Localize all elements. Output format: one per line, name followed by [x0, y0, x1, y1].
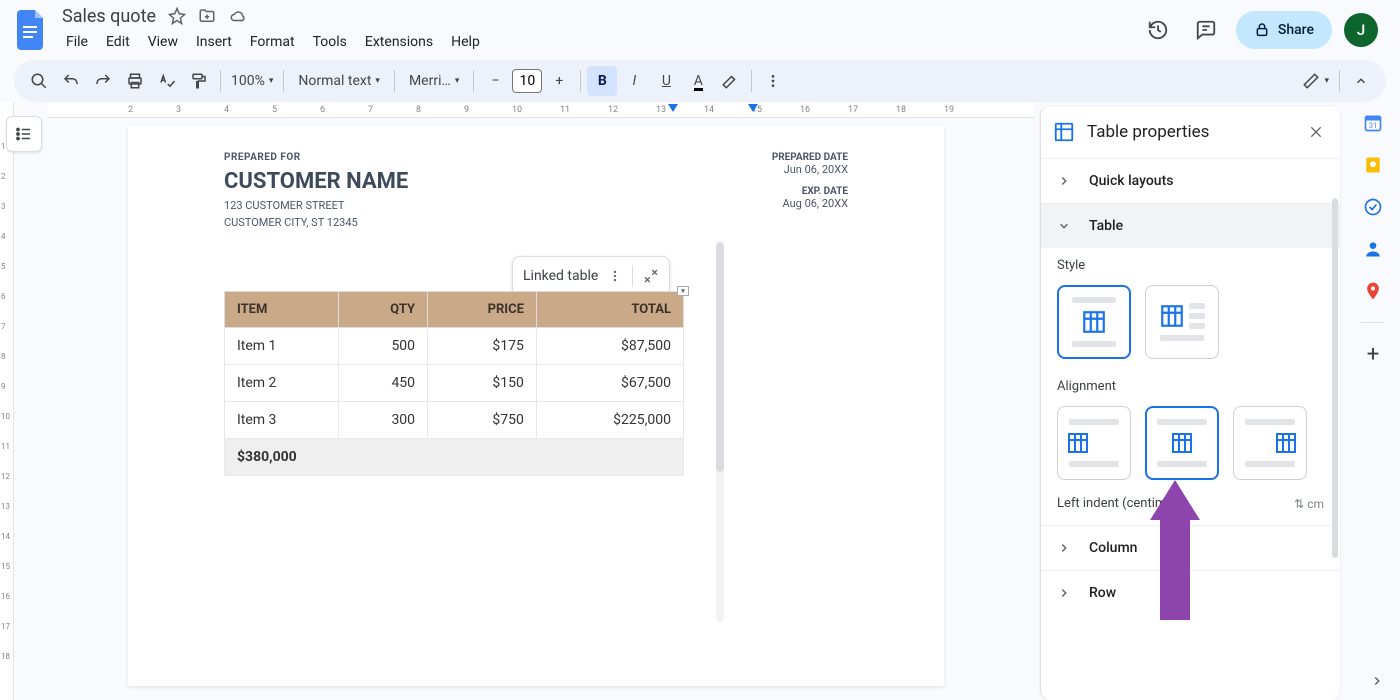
doc-title[interactable]: Sales quote	[58, 6, 156, 27]
font-size-input[interactable]: 10	[512, 69, 542, 93]
chevron-down-icon	[1057, 219, 1075, 233]
tasks-icon[interactable]	[1362, 196, 1384, 218]
table-icon	[1170, 431, 1194, 455]
table-icon	[1053, 121, 1075, 143]
customer-address-1: 123 CUSTOMER STREET	[224, 198, 408, 215]
table-properties-panel: Table properties Quick layouts Table Sty…	[1040, 106, 1340, 700]
menu-file[interactable]: File	[58, 30, 96, 54]
collapse-toolbar-icon[interactable]	[1346, 66, 1376, 96]
panel-title: Table properties	[1087, 122, 1209, 142]
align-center[interactable]	[1145, 406, 1219, 480]
calendar-icon[interactable]: 31	[1362, 112, 1384, 134]
highlight-button[interactable]	[715, 66, 745, 96]
menu-extensions[interactable]: Extensions	[357, 30, 441, 54]
bold-button[interactable]: B	[587, 66, 617, 96]
th-item: ITEM	[225, 292, 339, 328]
prepared-date: Jun 06, 20XX	[772, 163, 848, 176]
toolbar: 100% Normal text Merri… − 10 + B I U A	[14, 60, 1386, 102]
th-total: TOTAL▾	[536, 292, 683, 328]
prepared-for-label: PREPARED FOR	[224, 152, 408, 163]
chevron-right-icon	[1057, 541, 1075, 555]
chevron-right-icon	[1057, 586, 1075, 600]
menu-view[interactable]: View	[140, 30, 186, 54]
history-icon[interactable]	[1140, 12, 1176, 48]
table-handle-icon[interactable]: ▾	[677, 286, 689, 296]
maps-icon[interactable]	[1362, 280, 1384, 302]
customer-name: CUSTOMER NAME	[224, 169, 408, 194]
spellcheck-icon[interactable]	[152, 66, 182, 96]
keep-icon[interactable]	[1362, 154, 1384, 176]
quote-table[interactable]: ITEM QTY PRICE TOTAL▾ Item 1500$175$87,5…	[224, 291, 684, 476]
italic-button[interactable]: I	[619, 66, 649, 96]
comments-icon[interactable]	[1188, 12, 1224, 48]
prepared-date-label: PREPARED DATE	[772, 152, 848, 163]
decrease-font-icon[interactable]: −	[480, 66, 510, 96]
left-indent-label: Left indent (centim	[1057, 496, 1166, 511]
section-column[interactable]: Column	[1041, 526, 1340, 570]
close-icon[interactable]	[1304, 120, 1328, 144]
customer-address-2: CUSTOMER CITY, ST 12345	[224, 215, 408, 232]
star-icon[interactable]	[168, 7, 186, 25]
menu-edit[interactable]: Edit	[98, 30, 138, 54]
search-icon[interactable]	[24, 66, 54, 96]
style-option-1[interactable]	[1057, 285, 1131, 359]
menu-format[interactable]: Format	[242, 30, 303, 54]
align-left[interactable]	[1057, 406, 1131, 480]
table-row[interactable]: Item 1500$175$87,500	[225, 328, 684, 365]
exp-date: Aug 06, 20XX	[772, 197, 848, 210]
table-row[interactable]: Item 2450$150$67,500	[225, 365, 684, 402]
indent-unit: ⇅ cm	[1294, 497, 1324, 511]
share-button[interactable]: Share	[1236, 11, 1332, 49]
text-color-button[interactable]: A	[683, 66, 713, 96]
alignment-label: Alignment	[1041, 369, 1340, 402]
increase-font-icon[interactable]: +	[544, 66, 574, 96]
section-row[interactable]: Row	[1041, 571, 1340, 615]
paragraph-style-select[interactable]: Normal text	[290, 66, 388, 96]
menu-insert[interactable]: Insert	[188, 30, 240, 54]
docs-logo-icon[interactable]	[12, 10, 52, 50]
scrollbar[interactable]	[716, 242, 724, 622]
underline-button[interactable]: U	[651, 66, 681, 96]
zoom-select[interactable]: 100%	[227, 66, 277, 96]
th-qty: QTY	[339, 292, 428, 328]
more-icon[interactable]	[758, 66, 788, 96]
style-option-2[interactable]	[1145, 285, 1219, 359]
document-page[interactable]: PREPARED FOR CUSTOMER NAME 123 CUSTOMER …	[128, 126, 944, 686]
section-table[interactable]: Table	[1041, 204, 1340, 248]
paint-format-icon[interactable]	[184, 66, 214, 96]
table-icon	[1274, 431, 1298, 455]
redo-icon[interactable]	[88, 66, 118, 96]
menu-bar: File Edit View Insert Format Tools Exten…	[58, 28, 1140, 56]
th-price: PRICE	[428, 292, 537, 328]
add-addon-icon[interactable]: +	[1362, 343, 1384, 365]
horizontal-ruler: 2345678910111213141516171819	[48, 102, 1034, 118]
svg-text:31: 31	[1369, 121, 1377, 130]
print-icon[interactable]	[120, 66, 150, 96]
exp-date-label: EXP. DATE	[772, 186, 848, 197]
grand-total: $380,000	[225, 439, 684, 476]
expand-rail-icon[interactable]	[1370, 674, 1384, 688]
side-rail: 31 +	[1346, 102, 1400, 700]
menu-help[interactable]: Help	[443, 30, 488, 54]
section-quick-layouts[interactable]: Quick layouts	[1041, 159, 1340, 203]
editing-mode-button[interactable]	[1298, 66, 1333, 96]
share-label: Share	[1278, 22, 1314, 38]
table-icon	[1159, 303, 1185, 329]
align-right[interactable]	[1233, 406, 1307, 480]
panel-scrollbar[interactable]	[1332, 198, 1338, 632]
move-icon[interactable]	[198, 7, 216, 25]
chevron-right-icon	[1057, 174, 1075, 188]
outline-toggle-icon[interactable]	[6, 116, 42, 152]
undo-icon[interactable]	[56, 66, 86, 96]
style-label: Style	[1041, 248, 1340, 281]
table-row[interactable]: Item 3300$750$225,000	[225, 402, 684, 439]
table-icon	[1081, 309, 1107, 335]
table-icon	[1066, 431, 1090, 455]
font-select[interactable]: Merri…	[401, 66, 467, 96]
cloud-status-icon[interactable]	[228, 7, 248, 25]
contacts-icon[interactable]	[1362, 238, 1384, 260]
avatar[interactable]: J	[1344, 13, 1378, 47]
menu-tools[interactable]: Tools	[305, 30, 355, 54]
